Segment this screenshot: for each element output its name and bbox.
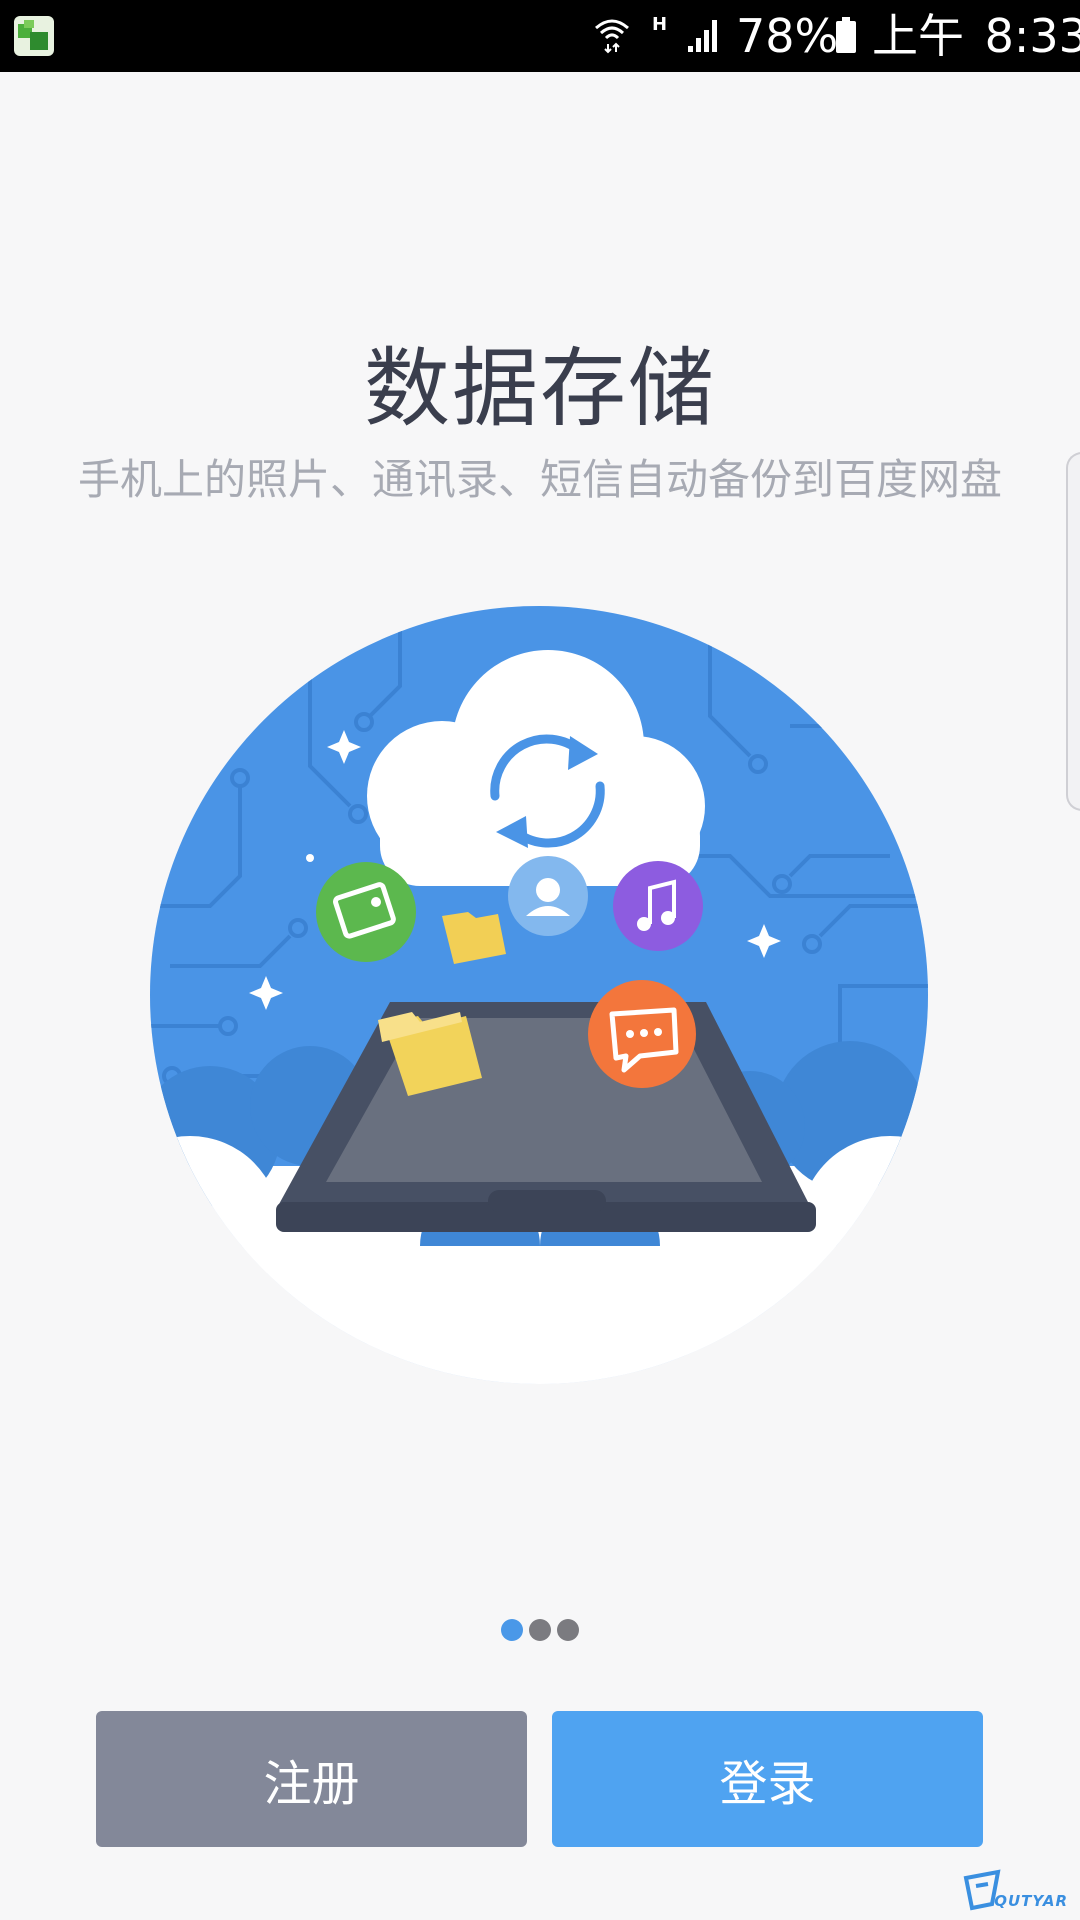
watermark-text: QUTYAR [994, 1892, 1068, 1910]
register-button[interactable]: 注册 [96, 1711, 527, 1847]
backup-illustration [150, 606, 928, 1384]
contact-icon [508, 856, 588, 936]
photo-icon [316, 862, 416, 962]
status-bar: H 78% 上午 8:33 [0, 0, 1080, 72]
music-icon [613, 861, 703, 951]
page-subtitle: 手机上的照片、通讯录、短信自动备份到百度网盘 [77, 455, 1002, 504]
battery-icon [836, 17, 856, 53]
page-dot [529, 1619, 551, 1641]
page-indicator [0, 1619, 1080, 1641]
battery-percent: 78% [736, 9, 839, 63]
edge-panel-handle[interactable] [1066, 452, 1080, 811]
app-icon [14, 16, 54, 56]
wifi-icon [595, 19, 629, 54]
message-icon [588, 980, 696, 1088]
watermark-logo: QUTYAR [958, 1864, 1074, 1914]
page-dot [557, 1619, 579, 1641]
network-type: H [652, 14, 668, 35]
login-button[interactable]: 登录 [552, 1711, 983, 1847]
clock: 上午 8:33 [872, 8, 1080, 64]
time: 8:33 [984, 9, 1080, 63]
page-title: 数据存储 [364, 339, 716, 439]
signal-icon [688, 20, 717, 52]
page-dot-active [501, 1619, 523, 1641]
time-period: 上午 [872, 9, 964, 63]
